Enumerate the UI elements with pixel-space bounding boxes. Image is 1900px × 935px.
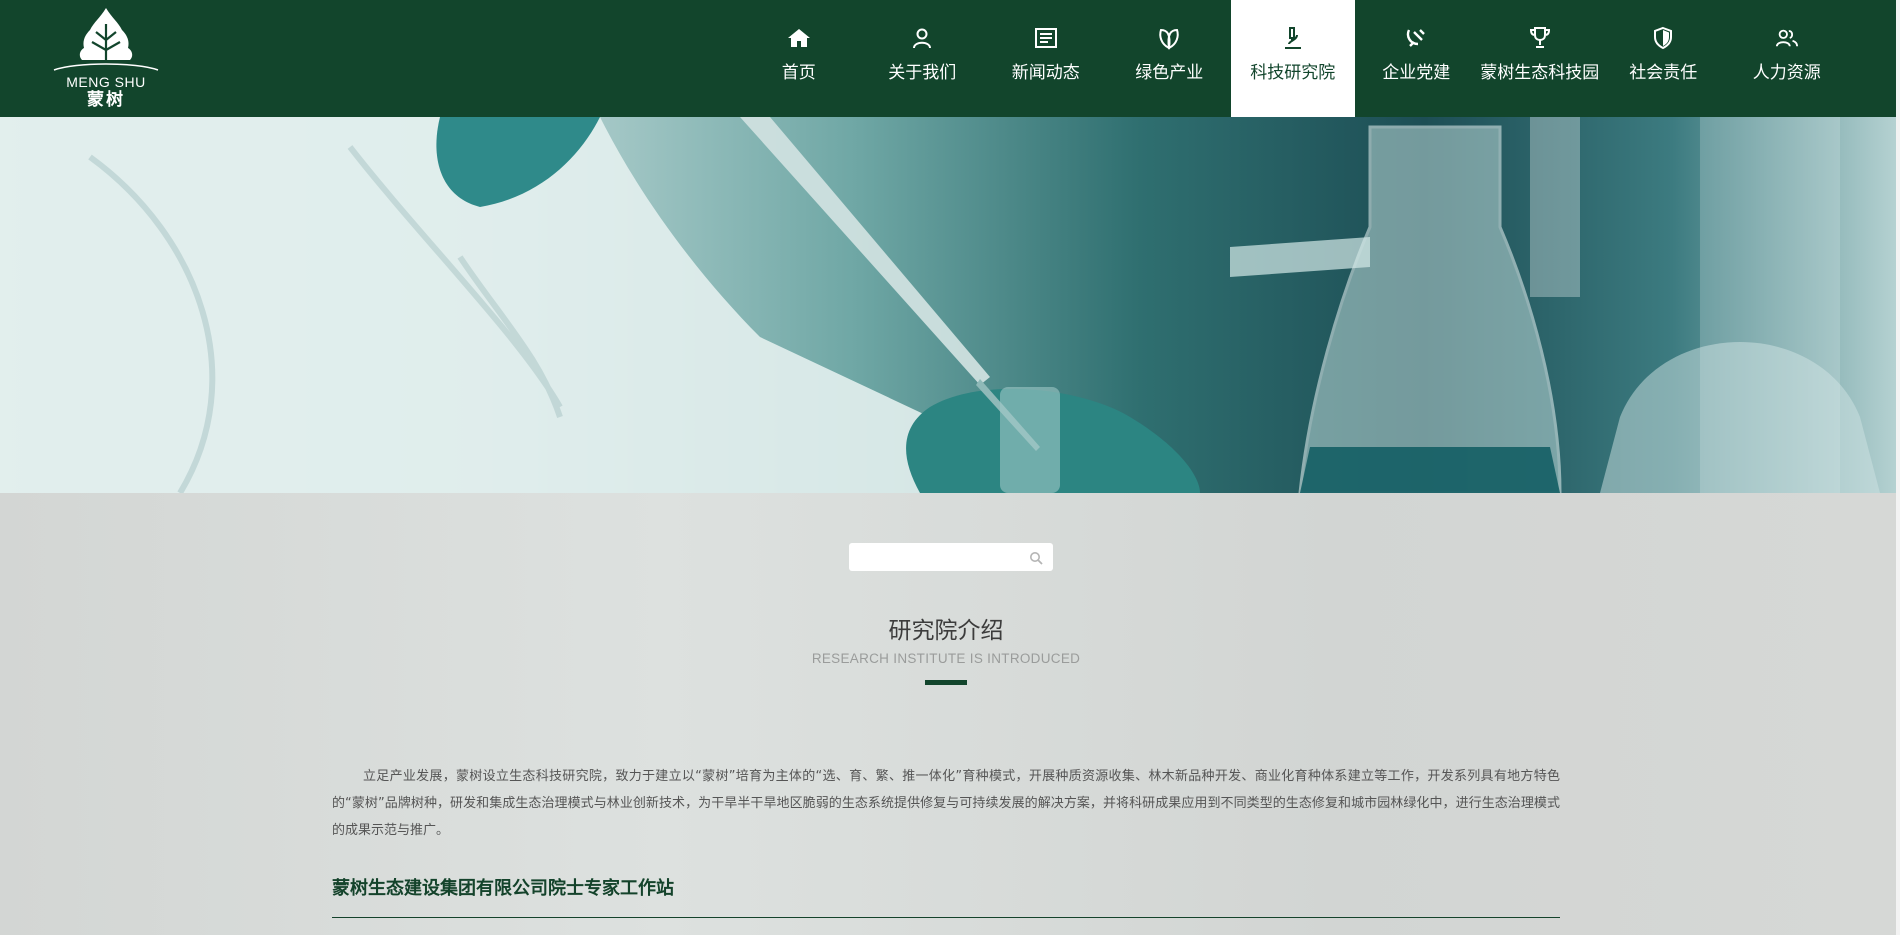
nav-label: 社会责任 (1629, 63, 1698, 83)
nav-label: 关于我们 (888, 63, 957, 83)
lab-scene-illustration (0, 117, 1880, 493)
search-box (849, 543, 1053, 571)
newspaper-icon (1034, 26, 1058, 50)
nav-item-party-building[interactable]: 企业党建 (1355, 0, 1479, 117)
site-logo[interactable]: MENG SHU 蒙树 (44, 4, 168, 114)
nav-item-about[interactable]: 关于我们 (861, 0, 985, 117)
search-input[interactable] (857, 543, 1031, 571)
intro-paragraph: 立足产业发展，蒙树设立生态科技研究院，致力于建立以“蒙树”培育为主体的“选、育、… (332, 769, 1560, 838)
party-emblem-icon (1404, 26, 1428, 50)
site-header: MENG SHU 蒙树 首页 关于我们 新闻动态 绿色产业 科技研究院 企业党建… (0, 0, 1900, 117)
user-icon (910, 26, 934, 50)
nav-label: 科技研究院 (1250, 63, 1336, 83)
nav-item-news[interactable]: 新闻动态 (984, 0, 1108, 117)
nav-item-research-institute[interactable]: 科技研究院 (1231, 0, 1355, 117)
nav-item-science-park[interactable]: 蒙树生态科技园 (1478, 0, 1602, 117)
home-icon (787, 26, 811, 50)
title-underline (925, 680, 967, 685)
users-icon (1775, 26, 1799, 50)
section-subtitle: RESEARCH INSTITUTE IS INTRODUCED (811, 651, 1081, 666)
nav-label: 人力资源 (1752, 63, 1821, 83)
nav-label: 企业党建 (1382, 63, 1451, 83)
trophy-icon (1528, 26, 1552, 50)
main-nav: 首页 关于我们 新闻动态 绿色产业 科技研究院 企业党建 蒙树生态科技园 社会责… (737, 0, 1849, 117)
nav-label: 绿色产业 (1135, 63, 1204, 83)
nav-label: 新闻动态 (1011, 63, 1080, 83)
microscope-icon (1281, 26, 1305, 50)
section-title: 研究院介绍 (888, 618, 1004, 644)
nav-label: 蒙树生态科技园 (1480, 63, 1600, 83)
search-icon[interactable] (1029, 550, 1043, 569)
tree-leaf-logo-icon (53, 8, 159, 71)
logo-text-cn: 蒙树 (87, 90, 125, 110)
shield-icon (1651, 26, 1675, 50)
station-divider (332, 917, 1560, 918)
page-scrollbar[interactable] (1896, 0, 1900, 935)
main-content: 研究院介绍 RESEARCH INSTITUTE IS INTRODUCED 立… (0, 493, 1900, 935)
nav-item-home[interactable]: 首页 (737, 0, 861, 117)
nav-label: 首页 (781, 63, 816, 83)
logo-text-en: MENG SHU (66, 74, 146, 90)
hero-banner-image (0, 117, 1900, 493)
expert-station-title: 蒙树生态建设集团有限公司院士专家工作站 (332, 878, 674, 899)
nav-item-human-resources[interactable]: 人力资源 (1725, 0, 1849, 117)
nav-item-social-responsibility[interactable]: 社会责任 (1602, 0, 1726, 117)
nav-item-green-industry[interactable]: 绿色产业 (1108, 0, 1232, 117)
leaf-icon (1157, 26, 1181, 50)
